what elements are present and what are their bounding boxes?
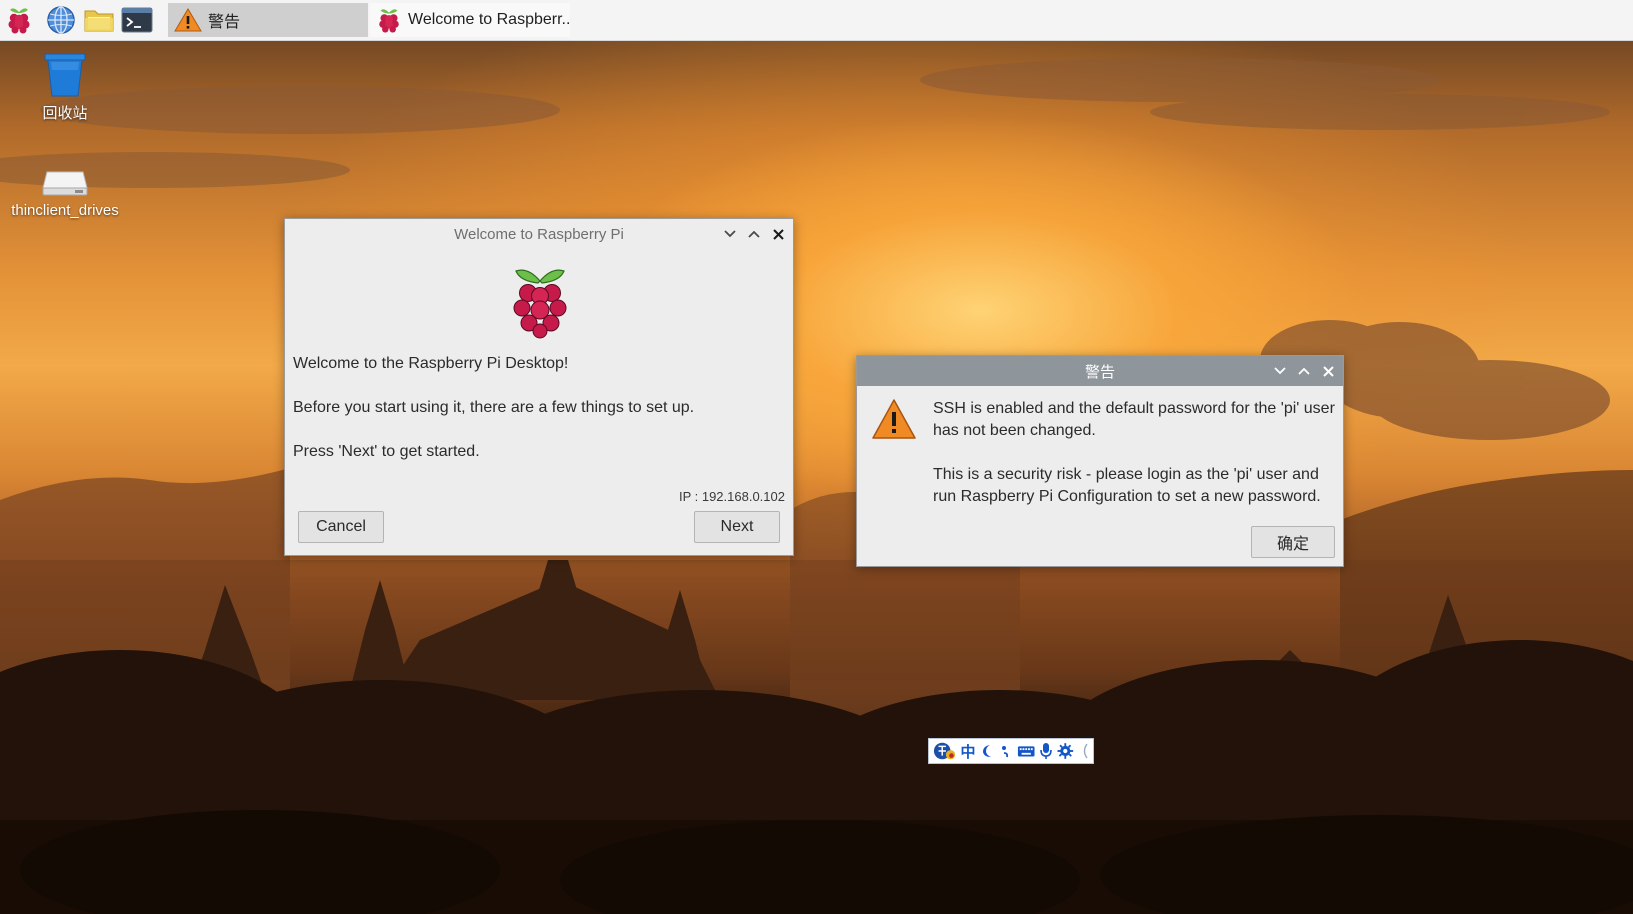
toolbar-handle-icon[interactable] (1077, 740, 1093, 762)
window-title: Welcome to Raspberry Pi (454, 225, 624, 243)
globe-icon (47, 6, 75, 34)
taskbar-item-label: Welcome to Raspberr... (408, 11, 570, 28)
desktop-icon-label: 回收站 (42, 105, 88, 122)
warning-titlebar[interactable]: 警告 (857, 356, 1343, 386)
desktop-icon-drive[interactable]: thinclient_drives (0, 168, 130, 219)
desktop-wallpaper (0, 0, 1633, 914)
terminal-button[interactable] (120, 3, 154, 37)
gear-icon[interactable] (1057, 740, 1074, 762)
cancel-button[interactable]: Cancel (298, 511, 384, 543)
ime-logo-icon[interactable] (933, 740, 957, 762)
close-icon (772, 228, 784, 240)
desktop-icon-label: thinclient_drives (11, 202, 119, 219)
file-manager-button[interactable] (82, 3, 116, 37)
microphone-icon[interactable] (1038, 740, 1054, 762)
folder-icon (84, 10, 114, 32)
chevron-down-icon (1274, 367, 1286, 375)
raspberry-menu-button[interactable] (2, 3, 36, 37)
close-icon (1322, 365, 1334, 377)
desktop-icon-trash[interactable]: 回收站 (0, 52, 130, 123)
welcome-window: Welcome to Raspberry Pi Welcome to the R… (284, 218, 794, 556)
warning-dialog: 警告 SSH is enabled and the default passwo… (856, 355, 1344, 567)
drive-icon (42, 171, 88, 196)
welcome-titlebar[interactable]: Welcome to Raspberry Pi (285, 219, 793, 249)
terminal-icon (121, 7, 153, 33)
minimize-button[interactable] (1271, 362, 1289, 380)
trash-icon (44, 53, 86, 97)
ip-address-label: IP : 192.168.0.102 (678, 489, 785, 504)
warning-message: run Raspberry Pi Configuration to set a … (933, 488, 1321, 505)
welcome-heading: Welcome to the Raspberry Pi Desktop! (293, 355, 569, 372)
taskbar-item-warning[interactable]: 警告 (168, 3, 368, 37)
chevron-up-icon (748, 230, 760, 238)
welcome-line: Press 'Next' to get started. (293, 443, 480, 460)
raspberry-icon (8, 8, 30, 34)
warning-message: has not been changed. (933, 422, 1096, 439)
maximize-button[interactable] (745, 225, 763, 243)
close-button[interactable] (769, 225, 787, 243)
warning-icon (872, 399, 916, 439)
next-button[interactable]: Next (694, 511, 780, 543)
warning-message: SSH is enabled and the default password … (933, 400, 1335, 417)
window-title: 警告 (1084, 363, 1115, 381)
ime-chinese-mode-toggle[interactable]: 中 (960, 740, 976, 762)
half-width-moon-icon[interactable] (979, 740, 995, 762)
taskbar: 警告 Welcome to Raspberr... (0, 0, 1633, 41)
warning-message: This is a security risk - please login a… (933, 466, 1319, 483)
taskbar-item-label: 警告 (208, 14, 241, 31)
raspberry-icon (376, 6, 402, 34)
chevron-up-icon (1298, 367, 1310, 375)
warning-icon (174, 6, 202, 34)
taskbar-item-welcome[interactable]: Welcome to Raspberr... (370, 3, 570, 37)
web-browser-button[interactable] (44, 3, 78, 37)
ok-button[interactable]: 确定 (1251, 526, 1335, 558)
close-button[interactable] (1319, 362, 1337, 380)
maximize-button[interactable] (1295, 362, 1313, 380)
desktop-screen: 警告 Welcome to Raspberr... 回收站 thinclient… (0, 0, 1633, 914)
minimize-button[interactable] (721, 225, 739, 243)
wallpaper-scenery (0, 58, 1633, 914)
chevron-down-icon (724, 230, 736, 238)
welcome-line: Before you start using it, there are a f… (293, 399, 695, 416)
punctuation-icon[interactable] (998, 740, 1014, 762)
raspberry-pi-logo (513, 269, 567, 339)
keyboard-icon[interactable] (1017, 740, 1035, 762)
ime-toolbar: 中 (928, 738, 1094, 764)
